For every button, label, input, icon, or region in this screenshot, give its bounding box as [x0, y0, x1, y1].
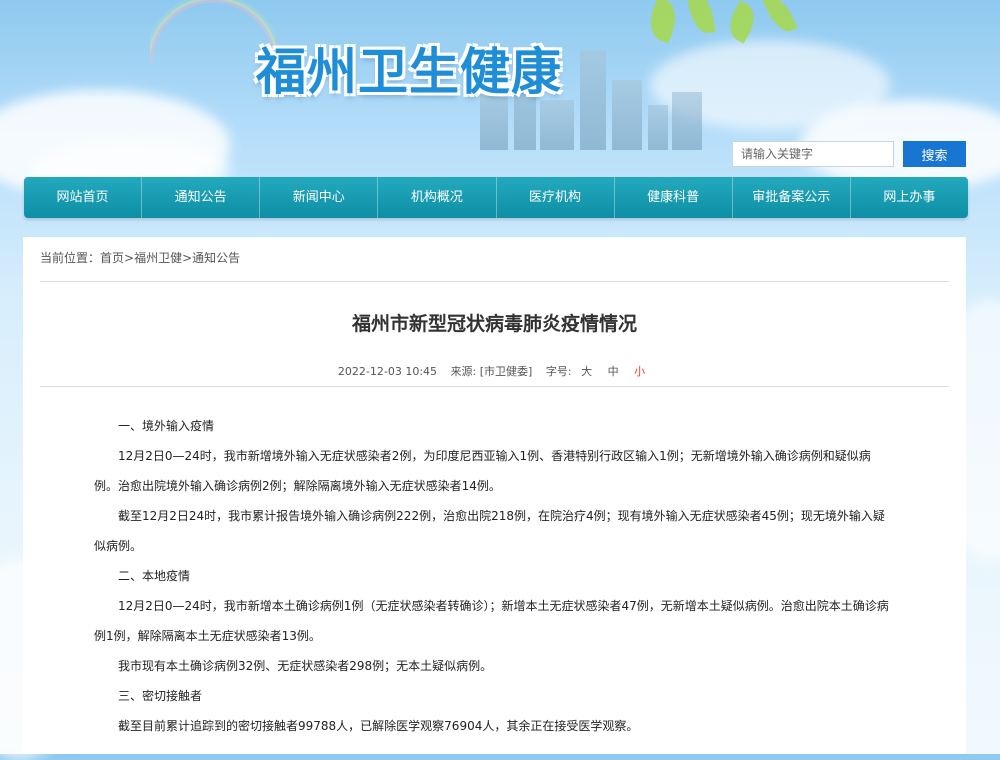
- article-paragraph: 12月2日0—24时，我市新增境外输入无症状感染者2例，为印度尼西亚输入1例、香…: [94, 449, 871, 493]
- nav-item-health-science[interactable]: 健康科普: [615, 177, 733, 218]
- nav-item-news[interactable]: 新闻中心: [260, 177, 379, 218]
- article-paragraph: 截至目前累计追踪到的密切接触者99788人，已解除医学观察76904人，其余正在…: [118, 719, 639, 733]
- article-panel: 当前位置：首页>福州卫健>通知公告 福州市新型冠状病毒肺炎疫情情况 2022-1…: [23, 237, 966, 754]
- section-heading: 三、密切接触者: [118, 689, 203, 703]
- font-size-small-button[interactable]: 小: [634, 365, 645, 378]
- nav-item-about[interactable]: 机构概况: [378, 177, 497, 218]
- article-source: 来源: [市卫健委]: [450, 365, 533, 378]
- search-button[interactable]: 搜索: [903, 141, 966, 167]
- article-paragraph: 截至12月2日24时，我市累计报告境外输入确诊病例222例，治愈出院218例，在…: [94, 509, 885, 553]
- nav-item-approval-publicity[interactable]: 审批备案公示: [733, 177, 851, 218]
- breadcrumb-separator: >: [182, 251, 193, 265]
- breadcrumb-link-home[interactable]: 首页: [100, 251, 124, 265]
- breadcrumb: 当前位置：首页>福州卫健>通知公告: [40, 249, 240, 266]
- breadcrumb-prefix: 当前位置：: [40, 251, 101, 265]
- font-size-large-button[interactable]: 大: [581, 365, 592, 378]
- section-heading: 二、本地疫情: [118, 569, 191, 583]
- article-body: 一、境外输入疫情 12月2日0—24时，我市新增境外输入无症状感染者2例，为印度…: [94, 411, 894, 741]
- article-date: 2022-12-03 10:45: [337, 365, 438, 378]
- article-paragraph: 12月2日0—24时，我市新增本土确诊病例1例（无症状感染者转确诊）；新增本土无…: [94, 599, 889, 643]
- nav-item-notices[interactable]: 通知公告: [142, 177, 261, 218]
- site-logo-title: 福州卫生健康: [256, 43, 562, 101]
- nav-item-medical-institutions[interactable]: 医疗机构: [497, 177, 615, 218]
- article-meta: 2022-12-03 10:45 来源: [市卫健委] 字号: 大 中 小: [23, 363, 966, 379]
- font-size-label: 字号:: [545, 365, 572, 378]
- article-paragraph: 我市现有本土确诊病例32例、无症状感染者298例；无本土疑似病例。: [118, 659, 493, 673]
- main-nav: 网站首页 通知公告 新闻中心 机构概况 医疗机构 健康科普 审批备案公示 网上办…: [24, 177, 968, 218]
- font-size-medium-button[interactable]: 中: [608, 365, 619, 378]
- article-title: 福州市新型冠状病毒肺炎疫情情况: [351, 313, 637, 335]
- nav-item-home[interactable]: 网站首页: [24, 177, 143, 218]
- breadcrumb-link-notices[interactable]: 通知公告: [192, 251, 240, 265]
- breadcrumb-separator: >: [124, 251, 135, 265]
- search-bar: 搜索: [732, 141, 966, 167]
- search-input[interactable]: [732, 141, 894, 167]
- nav-item-online-services[interactable]: 网上办事: [851, 177, 968, 218]
- divider: [40, 281, 949, 282]
- section-heading: 一、境外输入疫情: [118, 419, 215, 433]
- breadcrumb-link-fzwj[interactable]: 福州卫健: [134, 251, 182, 265]
- divider: [40, 386, 949, 387]
